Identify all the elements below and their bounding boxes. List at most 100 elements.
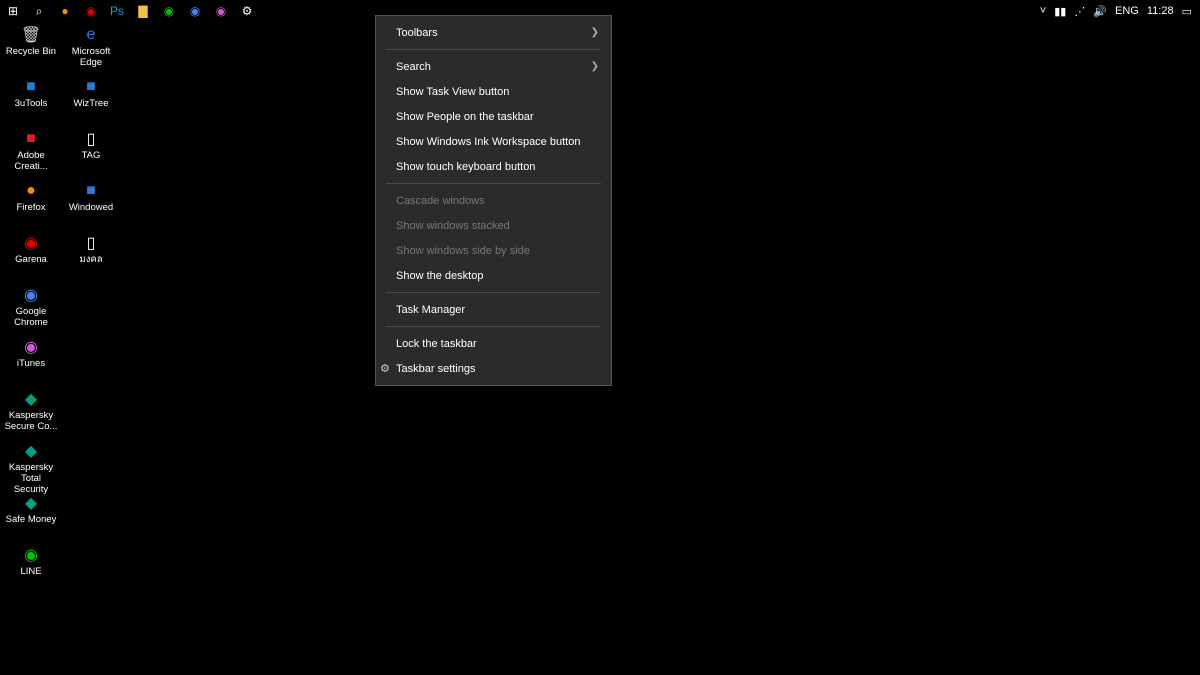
menu-cascade-windows: Cascade windows (376, 188, 611, 213)
desktop-column-1: 🗑 Recycle Bin ■ 3uTools ■ Adobe Creati... ● Fir… (2, 24, 60, 596)
chrome-icon[interactable]: ◉ (182, 0, 208, 22)
desktop-icon[interactable]: e Microsoft Edge (62, 24, 120, 76)
app-icon: ◉ (22, 546, 40, 564)
clock[interactable]: 11:28 (1147, 5, 1174, 17)
app-icon: ◆ (22, 390, 40, 408)
desktop-icon-label: Firefox (16, 202, 45, 213)
menu-label: Show Task View button (396, 86, 509, 98)
separator (386, 183, 601, 184)
desktop-icon-label: iTunes (17, 358, 45, 369)
desktop-icon[interactable]: ■ Adobe Creati... (2, 128, 60, 180)
explorer-icon[interactable]: ▇ (130, 0, 156, 22)
desktop-icon[interactable]: ◆ Kaspersky Total Security (2, 440, 60, 492)
desktop-column-2: e Microsoft Edge ■ WizTree ▯ TAG ■ Windowed ▯ มงค… (62, 24, 120, 284)
desktop-icon-label: Windowed (69, 202, 113, 213)
tray-chevron-icon[interactable]: ˅ (1040, 5, 1046, 17)
chevron-right-icon: ❯ (591, 61, 599, 72)
firefox-icon[interactable]: ● (52, 0, 78, 22)
desktop-icon-label: มงคล (79, 254, 102, 265)
garena-icon[interactable]: ◉ (78, 0, 104, 22)
desktop-icon-label: Kaspersky Total Security (3, 462, 59, 495)
language-indicator[interactable]: ENG (1115, 5, 1139, 17)
menu-lock-taskbar[interactable]: Lock the taskbar (376, 331, 611, 356)
desktop-icon[interactable]: ▯ มงคล (62, 232, 120, 284)
desktop-icon-label: Safe Money (6, 514, 57, 525)
menu-label: Cascade windows (396, 195, 485, 207)
separator (386, 49, 601, 50)
app-icon: ● (22, 182, 40, 200)
menu-show-windows-stacked: Show windows stacked (376, 213, 611, 238)
menu-show-people[interactable]: Show People on the taskbar (376, 104, 611, 129)
separator (386, 292, 601, 293)
app-icon: ■ (82, 182, 100, 200)
separator (386, 326, 601, 327)
desktop-icon[interactable]: ◉ Garena (2, 232, 60, 284)
desktop-icon-label: TAG (82, 150, 101, 161)
line-icon[interactable]: ◉ (156, 0, 182, 22)
app-icon: ▯ (82, 130, 100, 148)
volume-icon[interactable]: 🔊 (1093, 5, 1107, 18)
menu-label: Show People on the taskbar (396, 111, 534, 123)
menu-label: Show touch keyboard button (396, 161, 535, 173)
desktop-icon-label: Microsoft Edge (63, 46, 119, 68)
itunes-icon[interactable]: ◉ (208, 0, 234, 22)
app-icon: ◉ (22, 234, 40, 252)
system-tray: ˅ ▮▮ ⋰ 🔊 ENG 11:28 ▭ (1040, 0, 1200, 22)
desktop-icon-label: WizTree (73, 98, 108, 109)
app-icon: e (82, 26, 100, 44)
wifi-icon[interactable]: ⋰ (1074, 5, 1085, 18)
desktop-icon-label: Google Chrome (3, 306, 59, 328)
menu-show-touch-keyboard[interactable]: Show touch keyboard button (376, 154, 611, 179)
desktop-icon[interactable]: ● Firefox (2, 180, 60, 232)
menu-show-windows-side-by-side: Show windows side by side (376, 238, 611, 263)
menu-show-windows-ink[interactable]: Show Windows Ink Workspace button (376, 129, 611, 154)
desktop-icon-label: 3uTools (15, 98, 48, 109)
menu-task-manager[interactable]: Task Manager (376, 297, 611, 322)
app-icon: ▯ (82, 234, 100, 252)
desktop-icon[interactable]: ◆Safe Money (2, 492, 60, 544)
desktop-icon[interactable]: ◉ iTunes (2, 336, 60, 388)
chevron-right-icon: ❯ (591, 27, 599, 38)
menu-label: Taskbar settings (396, 363, 475, 375)
app-icon: ◉ (22, 338, 40, 356)
app-icon: ■ (82, 78, 100, 96)
menu-taskbar-settings[interactable]: ⚙ Taskbar settings (376, 356, 611, 381)
app-icon: ■ (22, 78, 40, 96)
desktop-icon[interactable]: ▯ TAG (62, 128, 120, 180)
desktop-icon[interactable]: ◆ Kaspersky Secure Co... (2, 388, 60, 440)
menu-label: Search (396, 61, 431, 73)
menu-label: Task Manager (396, 304, 465, 316)
desktop-icon[interactable]: ◉ LINE (2, 544, 60, 596)
start-button[interactable]: ⊞ (0, 0, 26, 22)
desktop-icon[interactable]: ■ Windowed (62, 180, 120, 232)
gear-icon: ⚙ (380, 362, 390, 375)
menu-label: Show windows stacked (396, 220, 510, 232)
desktop-icon[interactable]: 🗑 Recycle Bin (2, 24, 60, 76)
desktop-icon-label: Adobe Creati... (3, 150, 59, 172)
desktop-icon-label: Kaspersky Secure Co... (3, 410, 59, 432)
action-center-icon[interactable]: ▭ (1182, 5, 1192, 18)
app-icon: ■ (22, 130, 40, 148)
menu-label: Show the desktop (396, 270, 483, 282)
taskbar-context-menu: Toolbars ❯ Search ❯ Show Task View butto… (375, 15, 612, 386)
desktop-icon-label: Recycle Bin (6, 46, 56, 57)
settings-icon[interactable]: ⚙ (234, 0, 260, 22)
desktop-icon[interactable]: ◉Google Chrome (2, 284, 60, 336)
battery-icon[interactable]: ▮▮ (1054, 5, 1066, 18)
desktop-icon[interactable]: ■ WizTree (62, 76, 120, 128)
menu-search[interactable]: Search ❯ (376, 54, 611, 79)
menu-label: Toolbars (396, 27, 438, 39)
menu-show-task-view[interactable]: Show Task View button (376, 79, 611, 104)
menu-toolbars[interactable]: Toolbars ❯ (376, 20, 611, 45)
menu-label: Lock the taskbar (396, 338, 477, 350)
desktop-icon-label: Garena (15, 254, 47, 265)
app-icon: ◆ (22, 442, 40, 460)
menu-label: Show windows side by side (396, 245, 530, 257)
menu-show-desktop[interactable]: Show the desktop (376, 263, 611, 288)
desktop-icon-label: LINE (20, 566, 41, 577)
desktop-icon[interactable]: ■ 3uTools (2, 76, 60, 128)
app-icon: 🗑 (22, 26, 40, 44)
search-icon[interactable]: ⌕ (26, 0, 52, 22)
photoshop-icon[interactable]: Ps (104, 0, 130, 22)
menu-label: Show Windows Ink Workspace button (396, 136, 580, 148)
